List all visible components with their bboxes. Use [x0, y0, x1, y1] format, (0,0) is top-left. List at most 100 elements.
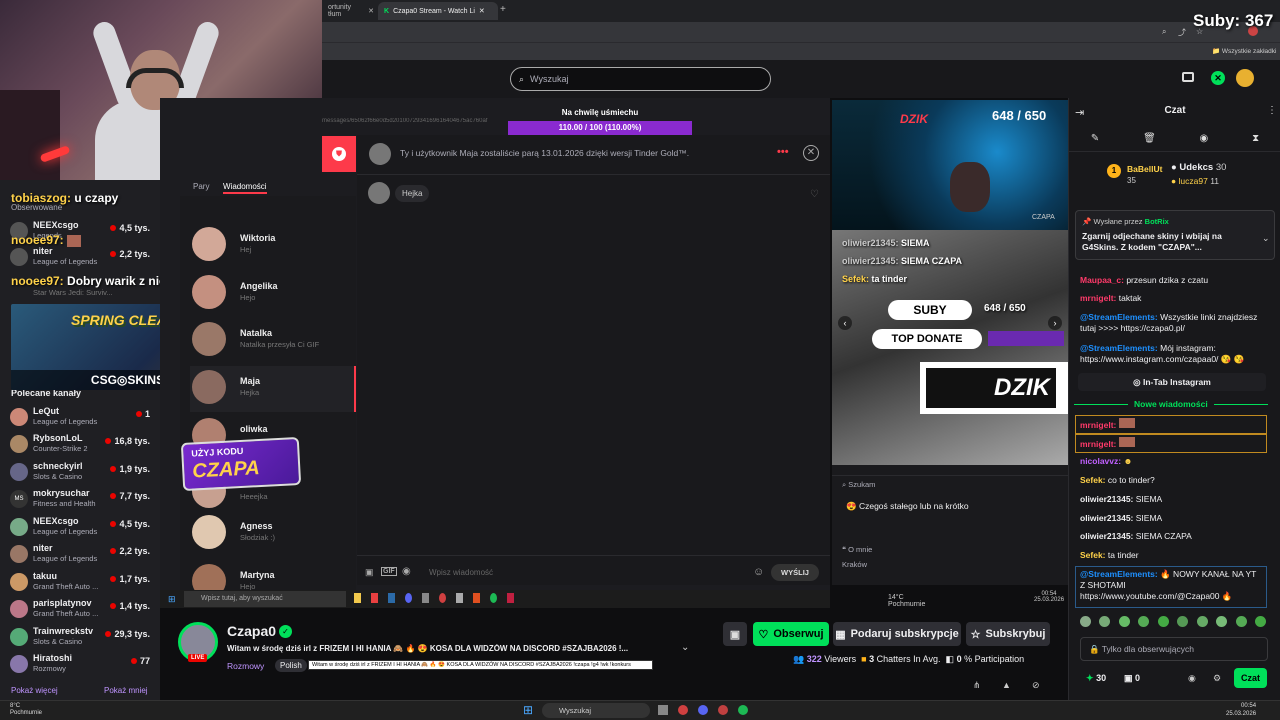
more-icon[interactable]: •••	[777, 146, 789, 158]
windows-start-icon[interactable]: ⊞	[523, 704, 533, 716]
task-view-icon[interactable]	[658, 705, 668, 715]
user-avatar[interactable]	[1236, 69, 1254, 87]
pinned-message[interactable]: 📌 Wysłane przez BotRix Zgarnij odjechane…	[1075, 210, 1275, 260]
browser-tab-active[interactable]: K Czapa0 Stream - Watch Li ✕	[378, 2, 498, 20]
sidebar-channel[interactable]: RybsonLoL Counter-Strike 2 16,8 tys.	[8, 433, 158, 455]
stream-category[interactable]: Rozmowy	[227, 661, 264, 671]
message-input[interactable]: Wpisz wiadomość	[429, 568, 493, 577]
instagram-button[interactable]: ◎ In-Tab Instagram	[1078, 373, 1266, 391]
chat-username[interactable]: @StreamElements:	[1080, 569, 1158, 579]
sidebar-channel[interactable]: schneckyirl Slots & Casino 1,9 tys.	[8, 461, 158, 483]
follow-button[interactable]: ♡ Obserwuj	[753, 622, 829, 646]
show-more-link[interactable]: Pokaż więcej	[11, 686, 58, 695]
chat-bubble-icon[interactable]: ◉	[1200, 133, 1209, 144]
chat-username[interactable]: @StreamElements:	[1080, 312, 1158, 322]
chevron-down-icon[interactable]: ⌄	[1262, 233, 1270, 244]
emote-icon[interactable]	[1235, 616, 1247, 627]
chat-username[interactable]: oliwier21345:	[1080, 494, 1133, 504]
sidebar-channel[interactable]: niter League of Legends 2,2 tys.	[8, 543, 158, 565]
sidebar-channel[interactable]: LeQut League of Legends 1	[8, 406, 158, 428]
channel-points[interactable]: ✦ 30	[1086, 673, 1106, 684]
sidebar-channel[interactable]: Hiratoshi Rozmowy 77	[8, 653, 158, 675]
gift-sub-button[interactable]: ▦ Podaruj subskrypcje	[833, 622, 961, 646]
pin-icon[interactable]: ✎	[1091, 133, 1099, 144]
tab-messages[interactable]: Wiadomości	[223, 182, 267, 194]
conversation-item[interactable]: Angelika Hejo	[190, 271, 356, 319]
subscribe-button[interactable]: ☆ Subskrybuj	[966, 622, 1050, 646]
bits-counter[interactable]: ▣ 0	[1124, 673, 1140, 684]
trash-icon[interactable]: 🗑	[1143, 133, 1156, 144]
chat-username[interactable]: mrnigelt:	[1080, 420, 1116, 430]
app-icon[interactable]	[422, 593, 429, 603]
brave-icon[interactable]	[371, 593, 378, 603]
spotify-icon[interactable]	[490, 593, 497, 603]
chat-input[interactable]: 🔒 Tylko dla obserwujących	[1080, 637, 1268, 661]
conversation-item[interactable]: Martyna Hejo	[190, 560, 356, 590]
chevron-down-icon[interactable]: ⌄	[681, 642, 689, 653]
emote-icon[interactable]	[1216, 616, 1228, 627]
windows-icon[interactable]: ⊞	[168, 594, 176, 605]
chat-username[interactable]: oliwier21345:	[1080, 531, 1133, 541]
chat-bubble-icon[interactable]: ◉	[1188, 673, 1196, 684]
chat-send-button[interactable]: Czat	[1234, 668, 1267, 688]
share-icon[interactable]: ⤴	[1178, 27, 1186, 38]
emote-icon[interactable]	[1138, 616, 1150, 627]
share-icon[interactable]: ⋔	[973, 680, 981, 691]
chat-username[interactable]: Sefek:	[1080, 475, 1106, 485]
chrome-icon[interactable]	[678, 705, 688, 715]
app-icon[interactable]	[718, 705, 728, 715]
emoji-icon[interactable]: ☺	[753, 566, 764, 578]
conversation-item[interactable]: Wiktoria Hej	[190, 223, 356, 271]
conversation-item[interactable]: Natalka Natalka przesyła Ci GIF	[190, 318, 356, 366]
emote-icon[interactable]	[1254, 616, 1266, 627]
emote-icon[interactable]	[1099, 616, 1111, 627]
address-bar[interactable]: ⌕ ⤴ ☆	[322, 22, 1280, 42]
chevron-right-icon[interactable]: ›	[1048, 316, 1062, 330]
notification-button[interactable]: ▣	[723, 622, 747, 646]
heart-icon[interactable]: ♡	[810, 189, 819, 200]
show-less-link[interactable]: Pokaż mniej	[104, 686, 148, 695]
chat-username[interactable]: Maupaa_c:	[1080, 275, 1124, 285]
close-icon[interactable]: ✕	[368, 7, 374, 15]
chevron-left-icon[interactable]: ‹	[838, 316, 852, 330]
chat-username[interactable]: mrnigelt:	[1080, 293, 1116, 303]
app-icon[interactable]	[507, 593, 514, 603]
chat-username[interactable]: Sefek:	[1080, 550, 1106, 560]
browser-tab[interactable]: ortunity tłum ✕	[322, 2, 380, 20]
app-icon[interactable]	[473, 593, 480, 603]
tab-matches[interactable]: Pary	[193, 182, 209, 191]
tag-pill[interactable]: Polish	[275, 659, 307, 672]
chat-username[interactable]: oliwier21345:	[1080, 513, 1133, 523]
more-icon[interactable]: ⋮	[1267, 105, 1277, 116]
gif-icon[interactable]: GIF	[381, 567, 397, 576]
channel-name[interactable]: Czapa0	[227, 623, 276, 639]
sidebar-channel[interactable]: niter League of Legends 2,2 tys.	[8, 246, 158, 268]
emote-icon[interactable]	[1118, 616, 1130, 627]
emote-icon[interactable]	[1080, 616, 1091, 627]
sidebar-channel[interactable]: MS mokrysuchar Fitness and Health 7,7 tys.	[8, 488, 158, 510]
app-icon[interactable]	[456, 593, 463, 603]
steam-icon[interactable]	[388, 593, 395, 603]
discord-icon[interactable]	[698, 705, 708, 715]
hourglass-icon[interactable]: ⧗	[1252, 133, 1259, 144]
search-input[interactable]: ⌕ Wyszukaj	[510, 67, 771, 91]
emote-icon[interactable]	[1177, 616, 1189, 627]
gear-icon[interactable]: ⚙	[1213, 673, 1221, 684]
inbox-icon[interactable]	[1182, 72, 1194, 82]
zoom-icon[interactable]: ⌕	[1162, 27, 1166, 37]
all-bookmarks[interactable]: 📁 Wszystkie zakładki	[1212, 47, 1276, 55]
chat-username[interactable]: mrnigelt:	[1080, 439, 1116, 449]
send-button[interactable]: WYŚLIJ	[771, 564, 819, 581]
chrome-icon[interactable]	[439, 593, 446, 603]
sidebar-channel[interactable]: NEEXcsgo League of Legends 4,5 tys.	[8, 516, 158, 538]
close-icon[interactable]: ✕	[803, 145, 819, 161]
emote-icon[interactable]	[1157, 616, 1169, 627]
mute-icon[interactable]: ⊘	[1032, 680, 1040, 691]
spotify-icon[interactable]	[738, 705, 748, 715]
chat-username[interactable]: @StreamElements:	[1080, 343, 1158, 353]
new-tab-icon[interactable]: +	[500, 4, 506, 15]
music-icon[interactable]: ◉	[402, 566, 411, 577]
sticker-icon[interactable]: ▣	[365, 567, 374, 578]
emote-icon[interactable]	[1196, 616, 1208, 627]
chat-username[interactable]: nicolavvz:	[1080, 456, 1121, 466]
